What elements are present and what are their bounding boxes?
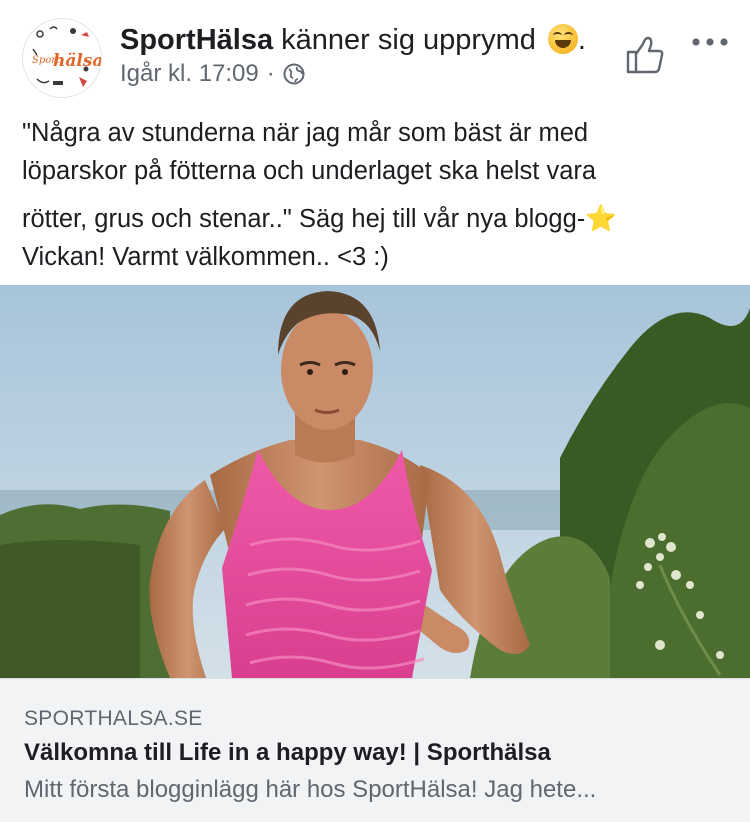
grinning-emoji-icon	[547, 24, 578, 54]
more-dots-icon[interactable]	[690, 34, 730, 50]
post-meta: Igår kl. 17:09 ·	[120, 60, 305, 88]
post-timestamp[interactable]: Igår kl. 17:09	[120, 60, 259, 88]
post-text-line: "Några av stunderna när jag mår som bäst…	[22, 119, 589, 147]
link-preview-card[interactable]: SPORTHALSA.SE Välkomna till Life in a ha…	[0, 678, 750, 822]
page-avatar[interactable]: Sport hälsa	[22, 18, 102, 98]
feeling-text: känner sig upprymd	[273, 24, 544, 56]
post-message: "Några av stunderna när jag mår som bäst…	[22, 114, 722, 276]
link-domain: SPORTHALSA.SE	[24, 707, 203, 730]
post-text-line: löparskor på fötterna och underlaget ska…	[22, 157, 597, 185]
globe-icon	[283, 63, 305, 85]
page-name-link[interactable]: SportHälsa	[120, 24, 273, 56]
post-author-line: SportHälsa känner sig upprymd .	[120, 24, 586, 57]
thumbs-up-icon[interactable]	[624, 34, 666, 76]
feeling-suffix: .	[577, 24, 586, 56]
post-header: Sport hälsa SportHälsa känner sig upprym…	[0, 0, 750, 104]
runner-photo	[0, 285, 750, 678]
link-description: Mitt första blogginlägg här hos SportHäl…	[24, 776, 597, 803]
link-preview-image[interactable]	[0, 285, 750, 678]
post-text-line: rötter, grus och stenar.." Säg hej till …	[22, 205, 618, 233]
meta-separator: ·	[266, 60, 275, 87]
post-text-line: Vickan! Varmt välkommen.. <3 :)	[22, 243, 389, 271]
sporthalsa-logo: Sport hälsa	[24, 20, 102, 97]
link-title[interactable]: Välkomna till Life in a happy way! | Spo…	[24, 739, 551, 767]
svg-text:hälsa: hälsa	[53, 51, 102, 71]
